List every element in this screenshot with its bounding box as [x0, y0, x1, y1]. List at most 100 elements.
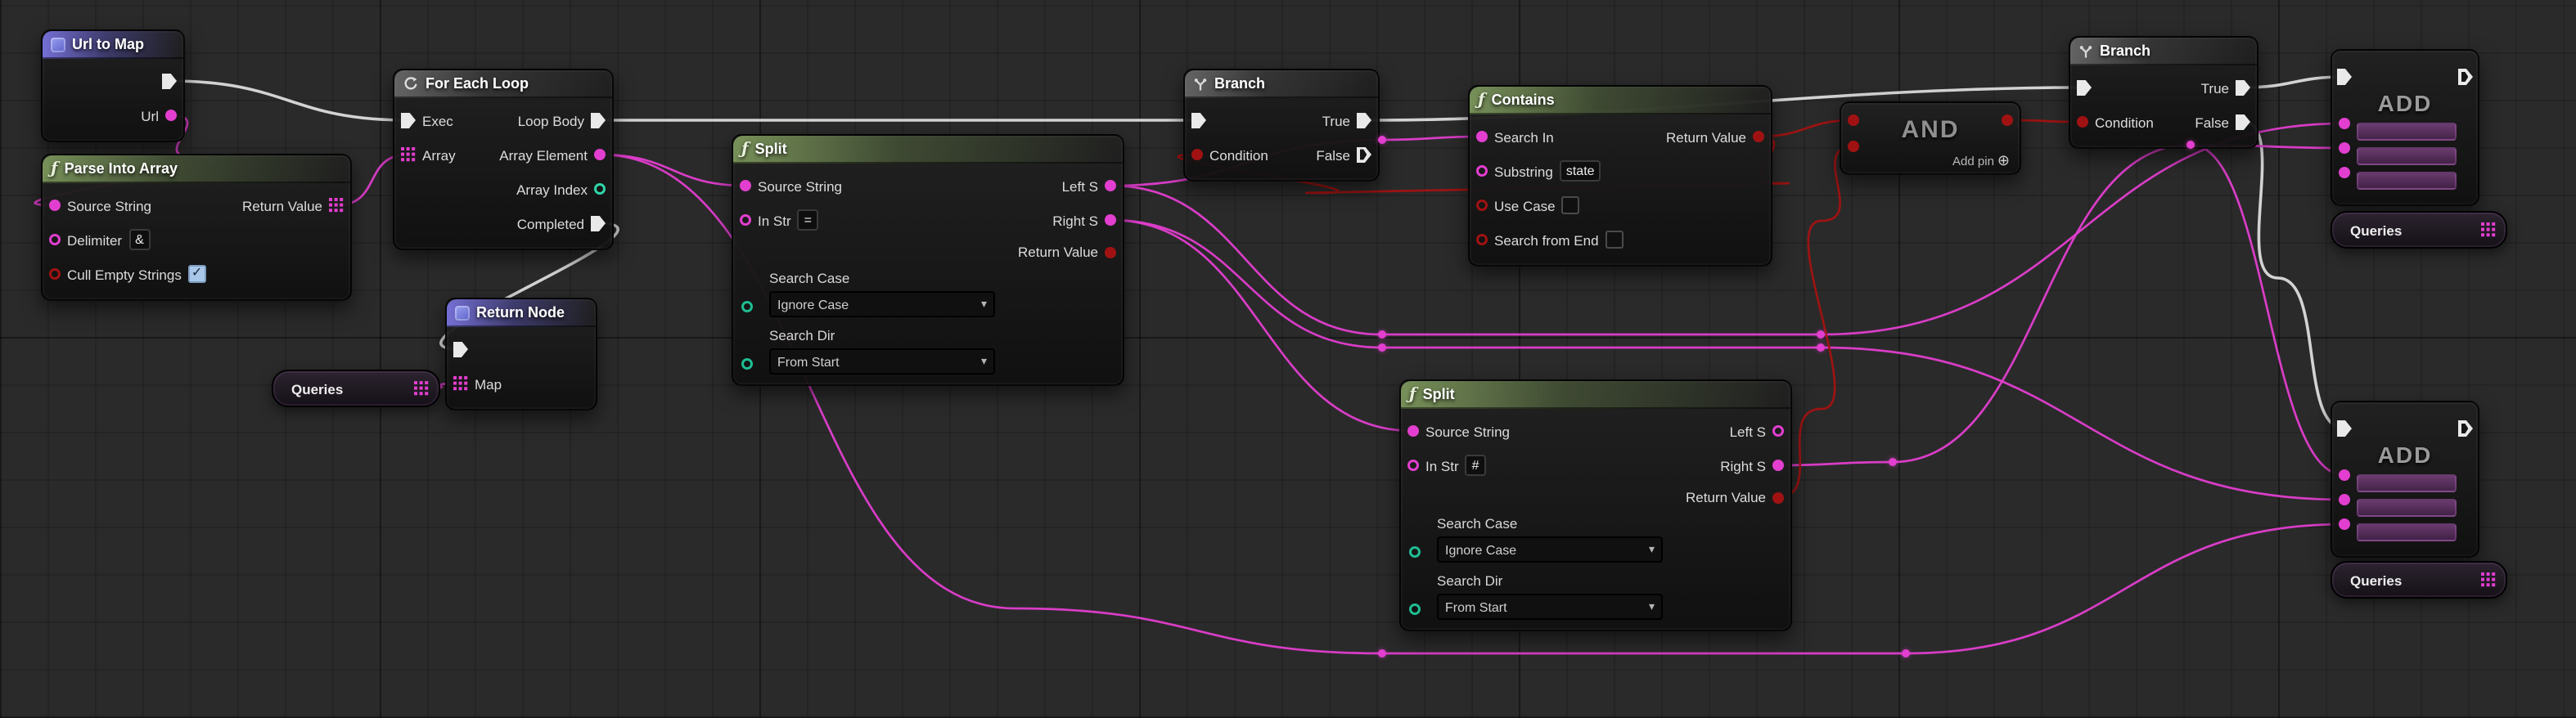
string-out-pin[interactable] — [1105, 180, 1116, 191]
search-dir-dropdown[interactable]: From Start ▾ — [769, 348, 995, 375]
search-case-dropdown[interactable]: Ignore Case ▾ — [769, 291, 995, 317]
bool-out-pin[interactable] — [1753, 131, 1764, 142]
string-in-pin[interactable] — [740, 214, 751, 226]
string-out-pin[interactable] — [1772, 425, 1784, 437]
node-header[interactable]: ƒ Split — [733, 136, 1123, 164]
node-split-1[interactable]: ƒ Split Source String Left S In Str = Rig… — [732, 134, 1124, 386]
add-pin-button[interactable]: Add pin ⊕ — [1952, 153, 2010, 168]
map-out-pin[interactable] — [2481, 572, 2496, 587]
string-in-pin[interactable] — [49, 234, 61, 245]
string-in-pin[interactable] — [2339, 469, 2350, 481]
string-in-pin[interactable] — [49, 200, 61, 211]
node-header[interactable]: ƒ Contains — [1470, 87, 1771, 114]
node-return[interactable]: Return Node Map — [445, 298, 597, 411]
string-in-pin[interactable] — [2339, 167, 2350, 178]
exec-in-pin[interactable] — [401, 112, 416, 128]
bool-out-pin[interactable] — [2002, 114, 2013, 126]
wire-exec[interactable] — [169, 79, 409, 122]
enum-in-pin[interactable] — [741, 358, 753, 370]
string-out-pin[interactable] — [165, 110, 177, 121]
bool-in-pin[interactable] — [1191, 149, 1203, 160]
wire-str[interactable] — [1777, 143, 2345, 467]
string-out-pin[interactable] — [1772, 460, 1784, 471]
string-out-pin[interactable] — [594, 149, 606, 160]
in-str-input[interactable]: = — [797, 209, 818, 231]
enum-in-pin[interactable] — [1409, 604, 1421, 615]
search-from-end-checkbox[interactable] — [1605, 231, 1624, 249]
string-in-pin[interactable] — [2339, 518, 2350, 530]
reroute-node[interactable] — [1817, 343, 1825, 352]
search-case-dropdown[interactable]: Ignore Case ▾ — [1437, 536, 1663, 563]
wire-str[interactable] — [2190, 143, 2345, 477]
node-queries-variable[interactable]: Queries — [272, 370, 440, 407]
node-header[interactable]: ƒ Parse Into Array — [43, 155, 350, 183]
node-header[interactable]: ƒ Split — [1401, 381, 1790, 409]
exec-in-pin[interactable] — [2337, 420, 2352, 437]
exec-out-pin[interactable] — [162, 73, 177, 89]
bool-out-pin[interactable] — [1105, 246, 1116, 258]
node-header[interactable]: For Each Loop — [394, 70, 612, 98]
use-case-checkbox[interactable] — [1561, 196, 1580, 214]
graph-canvas[interactable]: Url to Map Url ƒ Parse Into Array Source… — [0, 0, 2576, 718]
exec-in-pin[interactable] — [1191, 112, 1206, 128]
string-in-pin[interactable] — [2339, 142, 2350, 154]
map-out-pin[interactable] — [414, 381, 429, 396]
reroute-node[interactable] — [1902, 649, 1910, 657]
node-and[interactable]: AND Add pin ⊕ — [1840, 101, 2021, 175]
exec-out-pin[interactable] — [591, 215, 606, 231]
reroute-node[interactable] — [1378, 330, 1386, 339]
string-in-pin[interactable] — [1407, 460, 1419, 471]
node-contains[interactable]: ƒ Contains Search In Return Value Substr… — [1468, 85, 1772, 267]
node-queries-variable[interactable]: Queries — [2331, 561, 2507, 599]
enum-in-pin[interactable] — [1409, 546, 1421, 558]
node-branch-1[interactable]: Branch True Condition False — [1183, 69, 1380, 182]
exec-in-pin[interactable] — [2337, 69, 2352, 85]
exec-out-pin[interactable] — [591, 112, 606, 128]
reroute-node[interactable] — [1378, 136, 1386, 144]
exec-out-pin[interactable] — [1357, 112, 1371, 128]
node-header[interactable]: Branch — [2070, 38, 2257, 65]
reroute-node[interactable] — [1378, 649, 1386, 657]
delimiter-input[interactable]: & — [128, 229, 151, 250]
string-in-pin[interactable] — [1476, 131, 1488, 142]
cull-empty-checkbox[interactable] — [187, 265, 206, 283]
node-url-to-map[interactable]: Url to Map Url — [41, 29, 185, 142]
substring-input[interactable]: state — [1559, 160, 1601, 182]
node-queries-variable[interactable]: Queries — [2331, 211, 2507, 249]
wire-str[interactable] — [1110, 218, 1414, 433]
exec-out-pin[interactable] — [2236, 79, 2250, 96]
string-in-pin[interactable] — [1476, 165, 1488, 177]
node-for-each-loop[interactable]: For Each Loop Exec Loop Body Array Array… — [393, 69, 614, 250]
reroute-node[interactable] — [1889, 458, 1897, 466]
enum-in-pin[interactable] — [741, 301, 753, 312]
array-out-pin[interactable] — [329, 198, 344, 213]
map-out-pin[interactable] — [2481, 222, 2496, 237]
reroute-node[interactable] — [1817, 330, 1825, 339]
node-parse-into-array[interactable]: ƒ Parse Into Array Source String Return … — [41, 154, 352, 301]
node-split-2[interactable]: ƒ Split Source String Left S In Str # Rig… — [1399, 379, 1792, 631]
node-header[interactable]: Url to Map — [43, 31, 183, 59]
bool-in-pin[interactable] — [1848, 141, 1859, 152]
node-add-2[interactable]: ADD — [2331, 401, 2479, 558]
map-in-pin[interactable] — [453, 376, 468, 391]
string-out-pin[interactable] — [1105, 214, 1116, 226]
bool-in-pin[interactable] — [1476, 234, 1488, 245]
exec-in-pin[interactable] — [2077, 79, 2092, 96]
node-header[interactable]: Branch — [1185, 70, 1378, 98]
bool-in-pin[interactable] — [49, 268, 61, 280]
string-in-pin[interactable] — [740, 180, 751, 191]
exec-out-pin[interactable] — [1357, 146, 1371, 163]
bool-out-pin[interactable] — [1772, 491, 1784, 503]
wire-str[interactable] — [599, 153, 746, 187]
bool-in-pin[interactable] — [2077, 116, 2088, 128]
node-branch-2[interactable]: Branch True Condition False — [2069, 36, 2259, 149]
string-in-pin[interactable] — [1407, 425, 1419, 437]
exec-out-pin[interactable] — [2458, 420, 2473, 437]
node-header[interactable]: Return Node — [447, 299, 596, 327]
bool-in-pin[interactable] — [1848, 114, 1859, 126]
in-str-input[interactable]: # — [1465, 455, 1486, 476]
exec-in-pin[interactable] — [453, 341, 468, 357]
reroute-node[interactable] — [2186, 141, 2195, 149]
exec-out-pin[interactable] — [2458, 69, 2473, 85]
int-out-pin[interactable] — [594, 183, 606, 195]
